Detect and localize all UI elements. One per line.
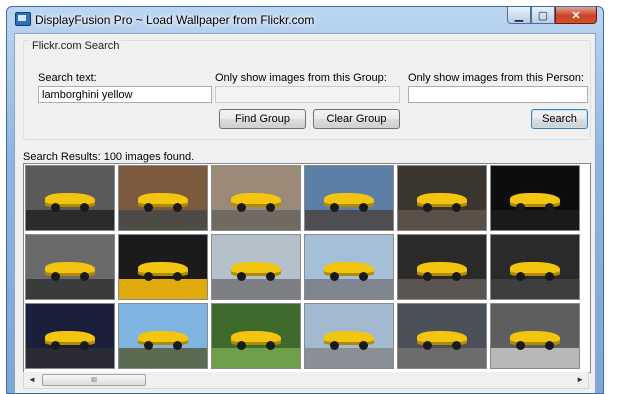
thumbnail-ground [305,347,393,368]
thumbnail-ground [305,278,393,299]
scroll-grip: III [91,376,97,384]
result-thumbnail[interactable] [118,165,208,231]
thumbnail-ground [119,278,207,299]
thumbnail-ground [26,347,114,368]
search-text-label: Search text: [38,72,97,84]
horizontal-scrollbar[interactable]: ◄ III ► [23,372,589,389]
yellow-car-image [324,261,374,282]
yellow-car-image [138,261,188,282]
result-thumbnail[interactable] [25,165,115,231]
yellow-car-image [231,192,281,213]
thumbnail-ground [398,347,486,368]
result-thumbnail[interactable] [25,303,115,369]
result-thumbnail[interactable] [490,303,580,369]
client-area: Flickr.com Search Search text: Only show… [14,33,596,393]
yellow-car-image [510,330,560,351]
thumbnail-ground [491,209,579,230]
result-thumbnail[interactable] [211,234,301,300]
result-thumbnail[interactable] [211,303,301,369]
close-icon: ✕ [571,9,581,22]
yellow-car-image [231,261,281,282]
app-icon [15,12,31,26]
close-button[interactable]: ✕ [555,7,597,24]
thumbnail-ground [491,347,579,368]
person-label: Only show images from this Person: [408,72,585,84]
search-results-label: Search Results: 100 images found. [23,151,195,163]
find-group-button[interactable]: Find Group [219,109,306,129]
result-thumbnail[interactable] [211,165,301,231]
search-text-input[interactable] [38,86,212,103]
flickr-search-group: Flickr.com Search Search text: Only show… [23,40,591,140]
yellow-car-image [138,192,188,213]
thumbnail-ground [26,278,114,299]
result-thumbnail[interactable] [118,234,208,300]
maximize-icon: ▢ [537,9,549,22]
yellow-car-image [324,330,374,351]
thumbnail-ground [398,209,486,230]
thumbnail-ground [212,278,300,299]
yellow-car-image [324,192,374,213]
result-thumbnail[interactable] [304,234,394,300]
result-thumbnail[interactable] [397,234,487,300]
maximize-button[interactable]: ▢ [531,7,555,24]
result-thumbnail[interactable] [304,165,394,231]
scroll-thumb[interactable]: III [42,374,146,386]
group-label: Only show images from this Group: [215,72,387,84]
result-thumbnail[interactable] [118,303,208,369]
scroll-left-arrow-icon[interactable]: ◄ [28,375,36,384]
main-window: DisplayFusion Pro ~ Load Wallpaper from … [6,6,604,394]
window-controls: ▁ ▢ ✕ [507,7,597,25]
result-thumbnail[interactable] [304,303,394,369]
yellow-car-image [45,261,95,282]
result-thumbnail[interactable] [25,234,115,300]
result-thumbnail[interactable] [397,303,487,369]
yellow-car-image [231,330,281,351]
thumbnail-ground [305,209,393,230]
result-thumbnail[interactable] [490,165,580,231]
yellow-car-image [510,192,560,213]
yellow-car-image [417,192,467,213]
minimize-icon: ▁ [514,9,524,22]
thumbnail-ground [26,209,114,230]
yellow-car-image [417,330,467,351]
window-title: DisplayFusion Pro ~ Load Wallpaper from … [35,13,315,27]
yellow-car-image [45,192,95,213]
search-button[interactable]: Search [531,109,588,129]
yellow-car-image [510,261,560,282]
person-input[interactable] [408,86,588,103]
thumbnail-ground [398,278,486,299]
thumbnail-ground [119,209,207,230]
results-thumbnail-grid[interactable] [23,163,591,373]
yellow-car-image [417,261,467,282]
group-title: Flickr.com Search [30,40,122,52]
thumbnail-ground [212,209,300,230]
title-bar[interactable]: DisplayFusion Pro ~ Load Wallpaper from … [7,7,603,31]
yellow-car-image [45,330,95,351]
result-thumbnail[interactable] [397,165,487,231]
thumbnail-ground [491,278,579,299]
result-thumbnail[interactable] [490,234,580,300]
group-input[interactable] [215,86,400,103]
yellow-car-image [138,330,188,351]
thumbnail-ground [212,347,300,368]
minimize-button[interactable]: ▁ [507,7,531,24]
scroll-right-arrow-icon[interactable]: ► [576,375,584,384]
thumbnail-ground [119,347,207,368]
clear-group-button[interactable]: Clear Group [313,109,400,129]
